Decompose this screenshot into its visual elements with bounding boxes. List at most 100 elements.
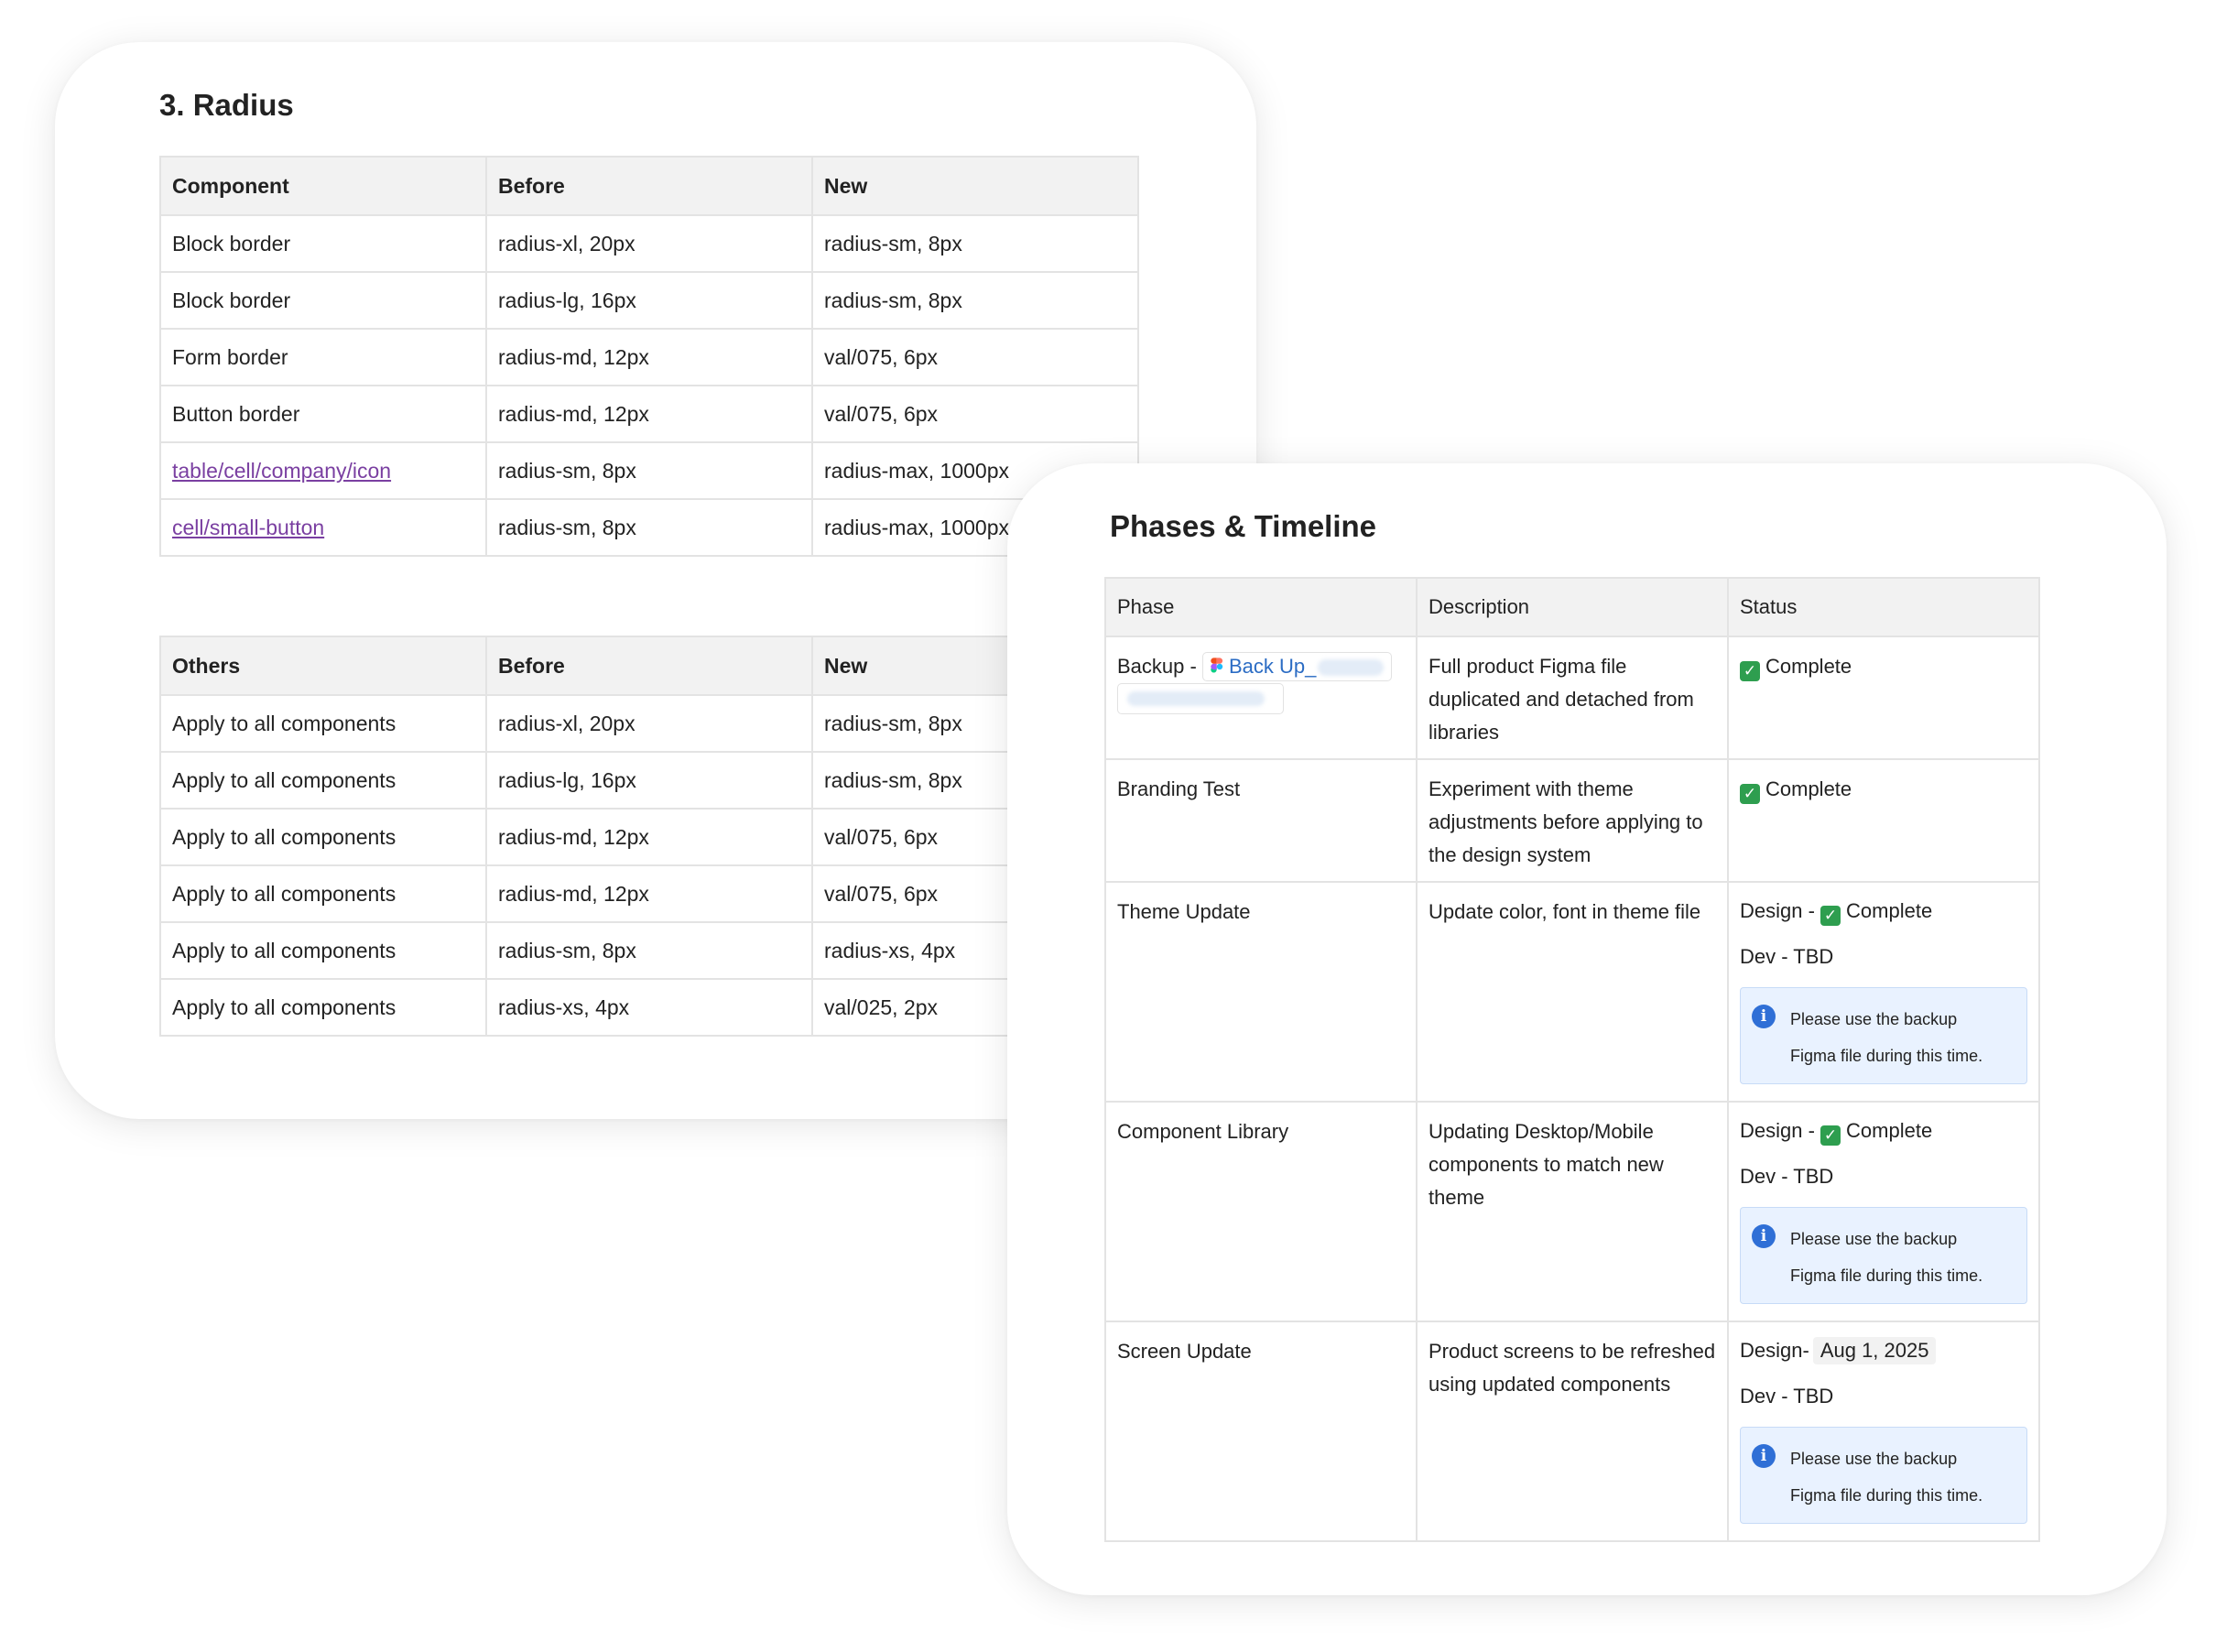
redacted-chip [1117, 683, 1284, 714]
table-row: Apply to all components radius-xs, 4px v… [159, 978, 1139, 1037]
table-row: Theme Update Update color, font in theme… [1104, 881, 2040, 1103]
phases-table: Phase Description Status Backup - Back U… [1104, 577, 2040, 1542]
check-box-icon: ✓ [1820, 1125, 1841, 1146]
component-cell: Block border [159, 214, 487, 273]
status-text: Complete [1846, 1119, 1933, 1142]
table-row: Apply to all components radius-lg, 16px … [159, 751, 1139, 810]
status-cell: Design- Aug 1, 2025 Dev - TBD i Please us… [1727, 1321, 2040, 1542]
before-cell: radius-lg, 16px [485, 271, 813, 330]
design-prefix: Design - [1740, 1119, 1815, 1142]
component-link[interactable]: cell/small-button [172, 516, 324, 539]
column-header: Before [485, 156, 813, 216]
info-line-1: Please use the backup [1790, 1450, 1958, 1468]
phase-label: Backup - [1117, 655, 1197, 678]
description-cell: Experiment with theme adjustments before… [1416, 758, 1729, 883]
table-row: cell/small-button radius-sm, 8px radius-… [159, 498, 1139, 557]
info-icon: i [1752, 1224, 1776, 1248]
before-cell: radius-md, 12px [485, 808, 813, 866]
table-header-row: Component Before New [159, 156, 1139, 216]
new-cell: val/075, 6px [811, 385, 1139, 443]
table-header-row: Phase Description Status [1104, 577, 2040, 637]
before-cell: radius-md, 12px [485, 328, 813, 386]
table-row: Block border radius-xl, 20px radius-sm, … [159, 214, 1139, 273]
table-row: Backup - Back Up_ Full product Figma fil… [1104, 636, 2040, 760]
before-cell: radius-sm, 8px [485, 441, 813, 500]
dev-status: Dev - TBD [1740, 945, 1834, 968]
figma-icon [1211, 658, 1223, 673]
phases-card: Phases & Timeline Phase Description Stat… [1007, 463, 2167, 1595]
component-cell: Apply to all components [159, 921, 487, 980]
component-cell: cell/small-button [159, 498, 487, 557]
before-cell: radius-xl, 20px [485, 694, 813, 753]
info-line-2: Figma file during this time. [1790, 1047, 1983, 1065]
phase-cell: Screen Update [1104, 1321, 1418, 1542]
check-box-icon: ✓ [1740, 784, 1760, 804]
component-cell: table/cell/company/icon [159, 441, 487, 500]
radius-table: Component Before New Block border radius… [159, 156, 1139, 557]
phase-cell: Branding Test [1104, 758, 1418, 883]
new-cell: val/075, 6px [811, 328, 1139, 386]
redacted-text [1318, 659, 1385, 677]
status-cell: Design - ✓ Complete Dev - TBD i Please us… [1727, 881, 2040, 1103]
component-cell: Block border [159, 271, 487, 330]
table-row: Form border radius-md, 12px val/075, 6px [159, 328, 1139, 386]
component-cell: Apply to all components [159, 694, 487, 753]
info-panel: i Please use the backup Figma file durin… [1740, 1207, 2027, 1304]
component-link[interactable]: table/cell/company/icon [172, 459, 391, 483]
new-cell: radius-sm, 8px [811, 271, 1139, 330]
column-header: Status [1727, 577, 2040, 637]
info-line-2: Figma file during this time. [1790, 1266, 1983, 1285]
description-cell: Updating Desktop/Mobile components to ma… [1416, 1101, 1729, 1322]
table-row: Apply to all components radius-xl, 20px … [159, 694, 1139, 753]
info-icon: i [1752, 1444, 1776, 1468]
before-cell: radius-md, 12px [485, 385, 813, 443]
table-row: Button border radius-md, 12px val/075, 6… [159, 385, 1139, 443]
backup-link-text: Back Up_ [1228, 655, 1317, 678]
component-cell: Form border [159, 328, 487, 386]
component-cell: Apply to all components [159, 808, 487, 866]
status-cell: ✓ Complete [1727, 636, 2040, 760]
status-cell: ✓ Complete [1727, 758, 2040, 883]
design-status: Design - ✓ Complete [1740, 896, 2027, 927]
backup-file-link[interactable]: Back Up_ [1201, 652, 1393, 681]
info-icon: i [1752, 1005, 1776, 1028]
description-cell: Full product Figma file duplicated and d… [1416, 636, 1729, 760]
table-row: Apply to all components radius-md, 12px … [159, 808, 1139, 866]
design-prefix: Design - [1740, 899, 1815, 922]
dev-status: Dev - TBD [1740, 1165, 1834, 1188]
check-box-icon: ✓ [1820, 906, 1841, 926]
design-status: Design - ✓ Complete [1740, 1115, 2027, 1147]
table-row: Apply to all components radius-md, 12px … [159, 864, 1139, 923]
before-cell: radius-xs, 4px [485, 978, 813, 1037]
design-prefix: Design- [1740, 1339, 1809, 1362]
table-row: Component Library Updating Desktop/Mobil… [1104, 1101, 2040, 1322]
column-header: Before [485, 636, 813, 696]
before-cell: radius-md, 12px [485, 864, 813, 923]
description-cell: Update color, font in theme file [1416, 881, 1729, 1103]
new-cell: radius-sm, 8px [811, 214, 1139, 273]
before-cell: radius-sm, 8px [485, 498, 813, 557]
status-text: Complete [1765, 777, 1852, 800]
component-cell: Button border [159, 385, 487, 443]
column-header: Phase [1104, 577, 1418, 637]
phases-title: Phases & Timeline [1110, 509, 1377, 543]
column-header: New [811, 156, 1139, 216]
column-header: Description [1416, 577, 1729, 637]
design-status: Design- Aug 1, 2025 [1740, 1335, 2027, 1366]
status-cell: Design - ✓ Complete Dev - TBD i Please us… [1727, 1101, 2040, 1322]
component-cell: Apply to all components [159, 978, 487, 1037]
column-header: Component [159, 156, 487, 216]
table-row: Block border radius-lg, 16px radius-sm, … [159, 271, 1139, 330]
status-text: Complete [1846, 899, 1933, 922]
table-row: Screen Update Product screens to be refr… [1104, 1321, 2040, 1542]
info-panel: i Please use the backup Figma file durin… [1740, 987, 2027, 1084]
info-panel: i Please use the backup Figma file durin… [1740, 1427, 2027, 1524]
phase-cell: Backup - Back Up_ [1104, 636, 1418, 760]
column-header: Others [159, 636, 487, 696]
status-text: Complete [1765, 655, 1852, 678]
table-row: table/cell/company/icon radius-sm, 8px r… [159, 441, 1139, 500]
component-cell: Apply to all components [159, 751, 487, 810]
dev-status: Dev - TBD [1740, 1385, 1834, 1407]
phase-cell: Component Library [1104, 1101, 1418, 1322]
date-chip[interactable]: Aug 1, 2025 [1812, 1337, 1937, 1364]
